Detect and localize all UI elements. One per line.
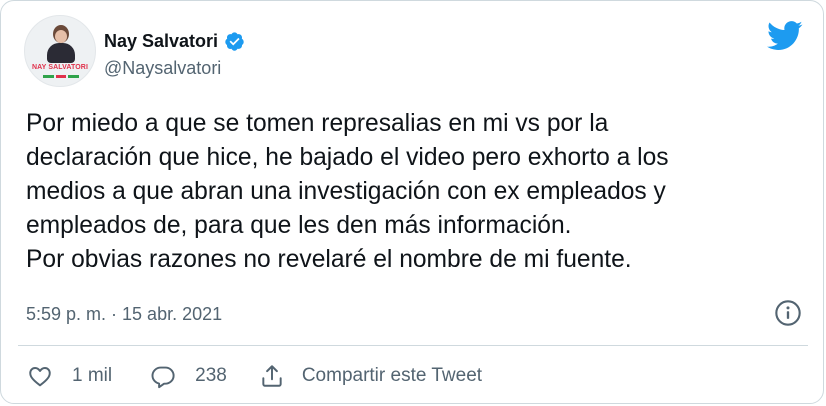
avatar[interactable]: NAY SALVATORI (24, 15, 96, 87)
info-icon[interactable] (774, 299, 802, 327)
tweet-line: declaración que hice, he bajado el video… (26, 144, 669, 171)
like-count: 1 mil (72, 365, 113, 386)
tweet-line: Por miedo a que se tomen represalias en … (26, 110, 609, 137)
avatar-logo-bars (43, 75, 80, 79)
share-icon (262, 365, 282, 387)
avatar-logo-text: NAY SALVATORI (31, 64, 88, 71)
avatar-face (55, 30, 67, 43)
tweet-text: Por miedo a que se tomen represalias en … (26, 107, 806, 277)
tweet-timestamp[interactable]: 5:59 p. m. · 15 abr. 2021 (26, 302, 222, 326)
share-button[interactable]: Compartir este Tweet (259, 363, 482, 389)
avatar-body (47, 43, 75, 63)
tweet-line: Por obvias razones no revelaré el nombre… (26, 246, 632, 273)
verified-badge-icon (225, 31, 244, 51)
share-label: Compartir este Tweet (301, 365, 483, 386)
author-display-name[interactable]: Nay Salvatori (104, 30, 218, 52)
heart-icon (29, 367, 51, 387)
author-name-row[interactable]: Nay Salvatori (104, 30, 245, 52)
like-button[interactable]: 1 mil (27, 363, 112, 389)
reply-count: 238 (195, 365, 227, 386)
author-handle[interactable]: @Naysalvatori (104, 57, 221, 79)
reply-bubble-icon (151, 366, 175, 389)
tweet-card: NAY SALVATORI Nay Salvatori @Naysalvator… (0, 0, 824, 404)
tweet-line: medios a que abran una investigación con… (26, 178, 666, 205)
action-bar: 1 mil 238 Compartir este Tweet (27, 361, 482, 391)
twitter-bird-icon[interactable] (767, 21, 803, 51)
tweet-line: empleados de, para que les den más infor… (26, 212, 572, 239)
divider (18, 345, 808, 346)
reply-button[interactable]: 238 (150, 363, 227, 389)
